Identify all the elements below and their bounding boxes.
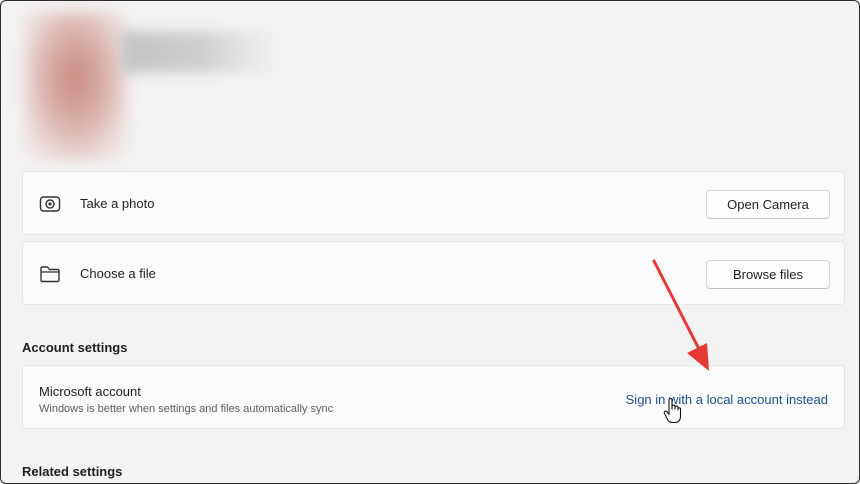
microsoft-account-title: Microsoft account bbox=[39, 384, 141, 399]
profile-name-blurred bbox=[121, 31, 281, 73]
camera-icon bbox=[39, 194, 61, 214]
profile-header bbox=[1, 1, 859, 171]
hand-pointer-icon bbox=[663, 397, 683, 424]
microsoft-account-row: Microsoft account Windows is better when… bbox=[22, 365, 845, 429]
folder-icon bbox=[39, 264, 61, 284]
account-settings-heading: Account settings bbox=[22, 340, 128, 355]
microsoft-account-subtitle: Windows is better when settings and file… bbox=[39, 403, 334, 415]
settings-window: Take a photo Open Camera Choose a file B… bbox=[0, 0, 860, 484]
take-photo-row: Take a photo Open Camera bbox=[22, 171, 845, 235]
profile-avatar-blurred bbox=[23, 11, 128, 161]
take-photo-label: Take a photo bbox=[80, 196, 155, 211]
open-camera-button[interactable]: Open Camera bbox=[706, 190, 830, 219]
sign-in-local-account-link[interactable]: Sign in with a local account instead bbox=[626, 392, 828, 407]
choose-file-label: Choose a file bbox=[80, 266, 156, 281]
browse-files-button[interactable]: Browse files bbox=[706, 260, 830, 289]
related-settings-heading: Related settings bbox=[22, 464, 123, 479]
choose-file-row: Choose a file Browse files bbox=[22, 241, 845, 305]
